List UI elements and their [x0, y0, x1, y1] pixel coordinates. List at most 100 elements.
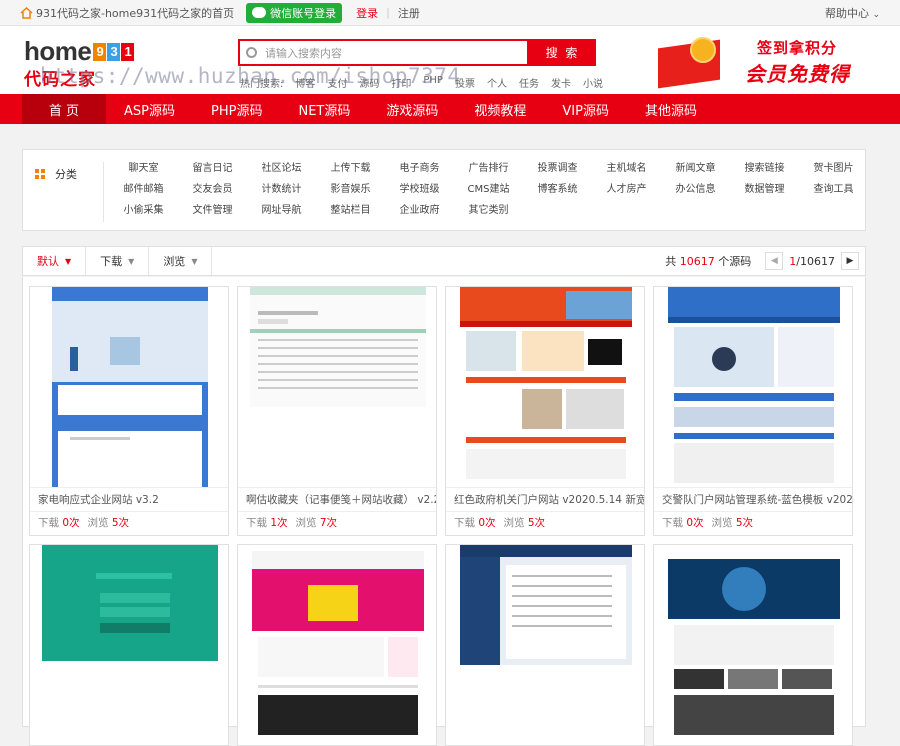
- logo-digit: 1: [121, 42, 135, 61]
- category-link[interactable]: 主机域名: [592, 160, 661, 177]
- category-link[interactable]: 其它类别: [454, 202, 523, 219]
- card-thumbnail[interactable]: [30, 287, 228, 487]
- category-link[interactable]: 新闻文章: [661, 160, 730, 177]
- prev-page-button[interactable]: ◀: [765, 252, 784, 270]
- category-link[interactable]: 广告排行: [454, 160, 523, 177]
- nav-item-videos[interactable]: 视频教程: [456, 94, 544, 124]
- nav-item-net[interactable]: NET源码: [280, 94, 368, 124]
- category-link[interactable]: 投票调查: [523, 160, 592, 177]
- nav-item-vip[interactable]: VIP源码: [544, 94, 627, 124]
- hot-term[interactable]: 打印: [391, 75, 411, 90]
- hot-term[interactable]: 发卡: [551, 75, 571, 90]
- register-link[interactable]: 注册: [398, 5, 420, 21]
- category-link[interactable]: 搜索链接: [730, 160, 799, 177]
- total-suffix: 个源码: [718, 255, 752, 268]
- nav-item-games[interactable]: 游戏源码: [368, 94, 456, 124]
- hot-term[interactable]: 小说: [583, 75, 603, 90]
- sort-default[interactable]: 默认 ▼: [23, 247, 87, 275]
- search-input[interactable]: 请输入搜索内容: [238, 39, 529, 66]
- downloads-label: 下载: [38, 517, 59, 529]
- card-title[interactable]: 家电响应式企业网站 v3.2: [30, 487, 228, 511]
- category-link[interactable]: 博客系统: [523, 181, 592, 198]
- category-link[interactable]: 企业政府: [385, 202, 454, 219]
- next-page-button[interactable]: ▶: [841, 252, 859, 270]
- hot-term[interactable]: 支付: [327, 75, 347, 90]
- category-link[interactable]: 计数统计: [247, 181, 316, 198]
- wechat-login-button[interactable]: 微信账号登录: [246, 2, 343, 23]
- download-count: 0次: [62, 517, 80, 529]
- search-button[interactable]: 搜 索: [529, 39, 596, 66]
- site-logo[interactable]: home 9 3 1 代码之家: [24, 36, 135, 90]
- arrow-down-icon: ▼: [65, 256, 72, 266]
- source-card[interactable]: [237, 544, 437, 746]
- nav-item-other[interactable]: 其他源码: [627, 94, 715, 124]
- category-link[interactable]: 贺卡图片: [799, 160, 868, 177]
- category-link[interactable]: 数据管理: [730, 181, 799, 198]
- card-title[interactable]: 啊估收藏夹（记事便笺＋网站收藏） v2.2.1: [238, 487, 436, 511]
- category-link[interactable]: 网址导航: [247, 202, 316, 219]
- category-link[interactable]: 学校班级: [385, 181, 454, 198]
- hot-term[interactable]: 任务: [519, 75, 539, 90]
- source-card[interactable]: [29, 544, 229, 746]
- card-thumbnail[interactable]: [654, 545, 852, 745]
- hot-term[interactable]: 个人: [487, 75, 507, 90]
- signin-promo-banner[interactable]: 签到拿积分 会员免费得: [650, 34, 860, 89]
- source-card[interactable]: 交警队门户网站管理系统-蓝色模板 v2020.... 下载 0次 浏览 5次: [653, 286, 853, 536]
- category-link[interactable]: 交友会员: [178, 181, 247, 198]
- card-title[interactable]: 红色政府机关门户网站 v2020.5.14 新宽屏版: [446, 487, 644, 511]
- nav-item-home[interactable]: 首 页: [22, 94, 106, 124]
- site-home-link[interactable]: 931代码之家-home931代码之家的首页: [36, 5, 234, 21]
- source-card[interactable]: 红色政府机关门户网站 v2020.5.14 新宽屏版 下载 0次浏览 5次: [445, 286, 645, 536]
- category-link[interactable]: 人才房产: [592, 181, 661, 198]
- category-link[interactable]: 社区论坛: [247, 160, 316, 177]
- category-link[interactable]: 文件管理: [178, 202, 247, 219]
- category-label-text: 分类: [55, 168, 77, 181]
- downloads-label: 下载: [662, 517, 683, 529]
- category-link[interactable]: 办公信息: [661, 181, 730, 198]
- hot-term[interactable]: 源码: [359, 75, 379, 90]
- source-card[interactable]: [445, 544, 645, 746]
- help-center-menu[interactable]: 帮助中心 ⌄: [825, 5, 880, 21]
- card-title[interactable]: 交警队门户网站管理系统-蓝色模板 v2020....: [654, 487, 852, 511]
- sort-views[interactable]: 浏览 ▼: [149, 247, 213, 275]
- category-link[interactable]: CMS建站: [454, 181, 523, 198]
- category-link[interactable]: 上传下载: [316, 160, 385, 177]
- card-stats: 下载 0次 浏览 5次: [30, 511, 228, 535]
- nav-item-php[interactable]: PHP源码: [193, 94, 280, 124]
- card-thumbnail[interactable]: [446, 545, 644, 745]
- header: home 9 3 1 代码之家 请输入搜索内容 搜 索 热门搜索: 博客 支付 …: [0, 26, 900, 94]
- divider: [103, 162, 104, 222]
- download-count: 0次: [686, 517, 704, 529]
- views-label: 浏览: [295, 517, 317, 529]
- login-link[interactable]: 登录: [356, 5, 378, 21]
- wechat-icon: [252, 7, 267, 18]
- source-card[interactable]: 啊估收藏夹（记事便笺＋网站收藏） v2.2.1 下载 1次 浏览 7次: [237, 286, 437, 536]
- nav-item-asp[interactable]: ASP源码: [106, 94, 193, 124]
- sort-downloads[interactable]: 下载 ▼: [86, 247, 150, 275]
- category-link[interactable]: 查询工具: [799, 181, 868, 198]
- card-thumbnail[interactable]: [30, 545, 228, 745]
- hot-term[interactable]: 投票: [455, 75, 475, 90]
- category-link[interactable]: 整站栏目: [316, 202, 385, 219]
- grid-icon: [35, 169, 45, 179]
- card-thumbnail[interactable]: [446, 287, 644, 487]
- wechat-login-label: 微信账号登录: [270, 6, 337, 20]
- search-bar: 请输入搜索内容 搜 索: [238, 39, 596, 66]
- source-card[interactable]: 家电响应式企业网站 v3.2 下载 0次 浏览 5次: [29, 286, 229, 536]
- divider: |: [386, 6, 390, 19]
- hot-term[interactable]: 博客: [295, 75, 315, 90]
- category-link[interactable]: 留言日记: [178, 160, 247, 177]
- category-link[interactable]: 电子商务: [385, 160, 454, 177]
- category-link[interactable]: 邮件邮箱: [109, 181, 178, 198]
- card-thumbnail[interactable]: [654, 287, 852, 487]
- chevron-down-icon: ⌄: [872, 9, 880, 20]
- category-link[interactable]: 影音娱乐: [316, 181, 385, 198]
- view-count: 5次: [111, 517, 130, 529]
- hot-term[interactable]: PHP: [423, 75, 443, 90]
- source-card[interactable]: [653, 544, 853, 746]
- card-thumbnail[interactable]: [238, 287, 436, 487]
- card-stats: 下载 0次 浏览 5次: [446, 511, 644, 535]
- card-thumbnail[interactable]: [238, 545, 436, 745]
- category-link[interactable]: 聊天室: [109, 160, 178, 177]
- category-link[interactable]: 小偷采集: [109, 202, 178, 219]
